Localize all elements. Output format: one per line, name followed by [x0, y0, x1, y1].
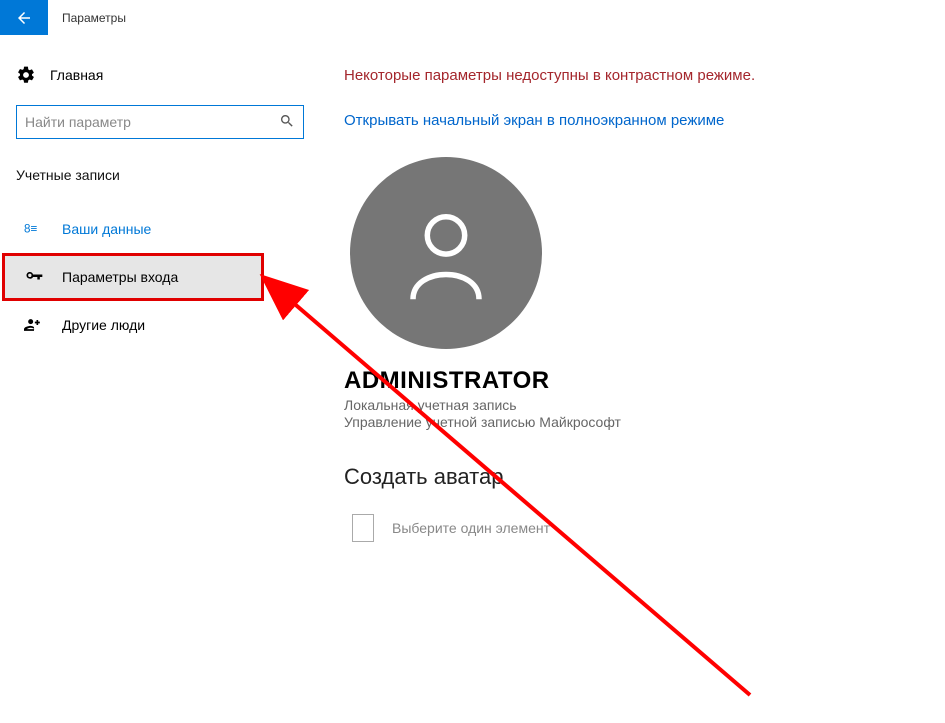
main-content: Некоторые параметры недоступны в контрас…: [320, 59, 880, 542]
avatar: [350, 157, 542, 349]
svg-text:8≡: 8≡: [24, 222, 37, 235]
fullscreen-link[interactable]: Открывать начальный экран в полноэкранно…: [344, 112, 880, 129]
gear-icon: [16, 65, 36, 85]
sidebar-item-your-info[interactable]: 8≡ Ваши данные: [16, 205, 304, 253]
sidebar-item-label: Ваши данные: [62, 221, 151, 237]
pick-one-row[interactable]: Выберите один элемент: [344, 514, 880, 542]
username: ADMINISTRATOR: [344, 367, 880, 395]
sidebar-home[interactable]: Главная: [16, 59, 304, 105]
manage-ms-account-link[interactable]: Управление учетной записью Майкрософт: [344, 414, 880, 430]
sidebar-item-label: Другие люди: [62, 317, 145, 333]
home-label: Главная: [50, 67, 103, 83]
window-title: Параметры: [48, 11, 126, 25]
person-icon: [391, 198, 501, 308]
sidebar: Главная Учетные записи 8≡ Ваши данные Па…: [0, 59, 320, 542]
people-plus-icon: [24, 315, 44, 335]
create-avatar-heading: Создать аватар: [344, 464, 880, 490]
arrow-left-icon: [15, 9, 33, 27]
key-icon: [24, 267, 44, 287]
search-box[interactable]: [16, 105, 304, 139]
search-input[interactable]: [25, 114, 279, 130]
id-card-icon: 8≡: [24, 220, 44, 238]
warning-text: Некоторые параметры недоступны в контрас…: [344, 67, 880, 84]
search-icon: [279, 113, 295, 132]
sidebar-item-label: Параметры входа: [62, 269, 178, 285]
pick-one-label: Выберите один элемент: [392, 520, 550, 536]
sidebar-item-other-people[interactable]: Другие люди: [16, 301, 304, 349]
sidebar-category: Учетные записи: [16, 167, 304, 205]
sidebar-item-signin-options[interactable]: Параметры входа: [2, 253, 264, 301]
account-type: Локальная учетная запись: [344, 397, 880, 413]
back-button[interactable]: [0, 0, 48, 35]
file-icon: [352, 514, 374, 542]
